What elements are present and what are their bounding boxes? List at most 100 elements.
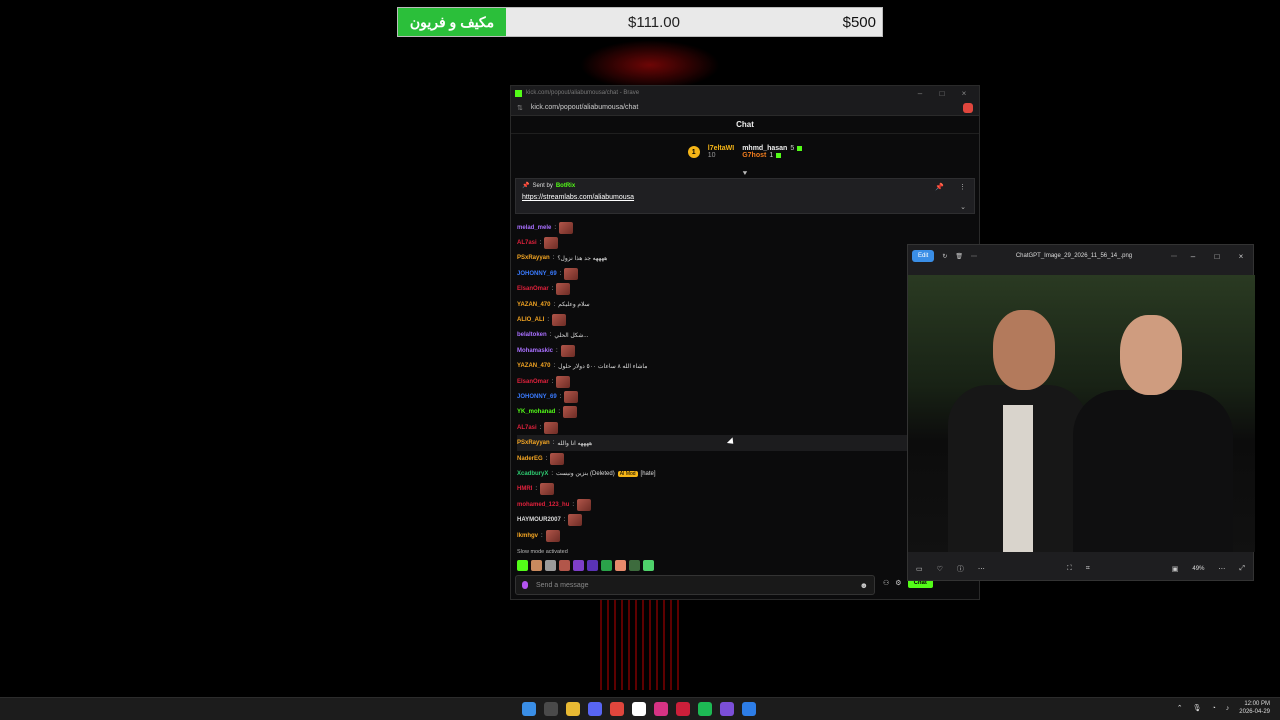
emote-button[interactable]: [559, 560, 570, 571]
clock[interactable]: 12:00 PM 2026-04-29: [1239, 700, 1270, 716]
wifi-icon[interactable]: ◔: [1212, 705, 1216, 712]
volume-icon[interactable]: ♪: [1226, 705, 1230, 712]
chat-username[interactable]: HAYMOUR2007: [517, 517, 561, 523]
chat-username[interactable]: YAZAN_470: [517, 302, 550, 308]
leader-username[interactable]: mhmd_hasan: [742, 145, 787, 152]
colon: :: [545, 455, 548, 462]
favorite-icon[interactable]: ♡: [937, 565, 943, 573]
fullscreen-icon[interactable]: ⤢: [1239, 565, 1245, 573]
emote-button[interactable]: [531, 560, 542, 571]
unpin-icon[interactable]: 📌: [935, 183, 944, 191]
site-info-icon[interactable]: ⇅: [517, 104, 523, 112]
chat-username[interactable]: ElsanOmar: [517, 379, 549, 385]
more-icon[interactable]: ⋯: [971, 253, 977, 260]
users-icon[interactable]: ⚇: [883, 579, 889, 587]
discord-icon[interactable]: [588, 702, 602, 716]
chat-username[interactable]: JOHONNY_69: [517, 271, 557, 277]
leader-username[interactable]: G7host: [742, 152, 766, 159]
brave-shield-icon[interactable]: [963, 102, 973, 113]
file-explorer-icon[interactable]: [566, 702, 580, 716]
chat-username[interactable]: ElsanOmar: [517, 286, 549, 292]
spotify-icon[interactable]: [698, 702, 712, 716]
minimize-icon[interactable]: –: [909, 89, 931, 98]
start-icon[interactable]: [522, 702, 536, 716]
obs-icon[interactable]: [720, 702, 734, 716]
chat-username[interactable]: YAZAN_470: [517, 363, 550, 369]
chat-username[interactable]: JOHONNY_69: [517, 394, 557, 400]
emote-button[interactable]: [545, 560, 556, 571]
chat-username[interactable]: XcadburyX: [517, 471, 548, 477]
chat-text: بنزين ونيست (Deleted): [556, 471, 615, 478]
chat-username[interactable]: AL7asi: [517, 240, 537, 246]
task-view-icon[interactable]: [544, 702, 558, 716]
clock-date: 2026-04-29: [1239, 709, 1270, 715]
chat-username[interactable]: melad_mele: [517, 225, 551, 231]
mic-icon[interactable]: [522, 581, 528, 589]
chrome-icon[interactable]: [632, 702, 646, 716]
pinned-bot-name[interactable]: BotRix: [556, 183, 575, 189]
mic-icon[interactable]: 🎙: [1193, 704, 1202, 712]
scroll-down-icon[interactable]: ⯆: [511, 170, 979, 178]
chat-username[interactable]: AL7asi: [517, 425, 537, 431]
chat-username[interactable]: Mohamaskic: [517, 348, 553, 354]
colon: :: [572, 501, 575, 508]
colon: :: [547, 317, 550, 324]
address-bar[interactable]: ⇅ kick.com/popout/aliabumousa/chat: [511, 100, 979, 116]
maximize-icon[interactable]: □: [931, 89, 953, 98]
emote-button[interactable]: [629, 560, 640, 571]
chat-username[interactable]: YK_mohanad: [517, 409, 555, 415]
app-icon[interactable]: [654, 702, 668, 716]
emote-button[interactable]: [573, 560, 584, 571]
chat-input[interactable]: Send a message ☻: [515, 575, 875, 595]
minimize-icon[interactable]: –: [1185, 252, 1201, 261]
address-bar-url[interactable]: kick.com/popout/aliabumousa/chat: [531, 104, 638, 111]
chat-username[interactable]: PSxRayyan: [517, 440, 550, 446]
fit-icon[interactable]: ⛶: [1067, 565, 1072, 573]
chat-username[interactable]: ALIO_ALI: [517, 317, 544, 323]
chat-message: ALIO_ALI:: [517, 312, 912, 327]
emote-button[interactable]: [643, 560, 654, 571]
settings-icon[interactable]: ⚙: [895, 579, 901, 587]
info-icon[interactable]: ⓘ: [957, 564, 964, 574]
maximize-icon[interactable]: □: [1209, 252, 1225, 261]
brave-icon[interactable]: [610, 702, 624, 716]
chat-message: AL7asi:: [517, 420, 912, 435]
edit-button[interactable]: Edit: [912, 250, 935, 262]
photos-icon[interactable]: [742, 702, 756, 716]
chat-username[interactable]: mohamed_123_hu: [517, 502, 569, 508]
chat-username[interactable]: lkmhgv: [517, 533, 538, 539]
browser-title: kick.com/popout/aliabumousa/chat - Brave: [526, 90, 640, 96]
emote-button[interactable]: [601, 560, 612, 571]
chat-messages: melad_mele: AL7asi: PSxRayyan: ههههه جد هذا…: [517, 220, 912, 543]
delete-icon[interactable]: 🗑: [955, 253, 963, 260]
pinned-link[interactable]: https://streamlabs.com/aliabumousa: [522, 194, 968, 201]
filmstrip-icon[interactable]: ▭: [916, 565, 923, 573]
emote-button[interactable]: [587, 560, 598, 571]
chat-username[interactable]: belaltoken: [517, 332, 547, 338]
chat-message: YAZAN_470: سلام وعليكم: [517, 297, 912, 312]
more-icon[interactable]: ⋯: [1218, 565, 1225, 573]
chat-message: YAZAN_470: ماشاء الله ٨ ساعات ٥٠٠ دولار ح…: [517, 359, 912, 374]
actual-size-icon[interactable]: ▣: [1172, 565, 1179, 573]
chevron-down-icon[interactable]: ⌄: [960, 203, 966, 211]
rotate-icon[interactable]: ↻: [942, 253, 947, 260]
colon: :: [556, 347, 558, 354]
close-icon[interactable]: ×: [1233, 252, 1249, 261]
chat-username[interactable]: PSxRayyan: [517, 255, 550, 261]
emote-button[interactable]: [615, 560, 626, 571]
chat-message: JOHONNY_69:: [517, 266, 912, 281]
crop-icon[interactable]: ⌗: [1086, 565, 1090, 573]
zoom-level[interactable]: 49%: [1192, 566, 1204, 572]
more-icon[interactable]: ⋯: [978, 565, 985, 573]
more-options-icon[interactable]: ⋯: [1171, 253, 1177, 260]
adobe-icon[interactable]: [676, 702, 690, 716]
close-icon[interactable]: ×: [953, 89, 975, 98]
leader-first-username[interactable]: l7eltaWI: [708, 145, 734, 152]
chevron-up-icon[interactable]: ⌃: [1177, 704, 1183, 712]
chat-username[interactable]: HMRI: [517, 486, 532, 492]
more-options-icon[interactable]: ⋮: [959, 183, 966, 191]
chat-username[interactable]: NaderEG: [517, 456, 543, 462]
emote-button[interactable]: [517, 560, 528, 571]
emoji-icon[interactable]: ☻: [860, 581, 868, 590]
chat-input-placeholder[interactable]: Send a message: [536, 582, 589, 589]
